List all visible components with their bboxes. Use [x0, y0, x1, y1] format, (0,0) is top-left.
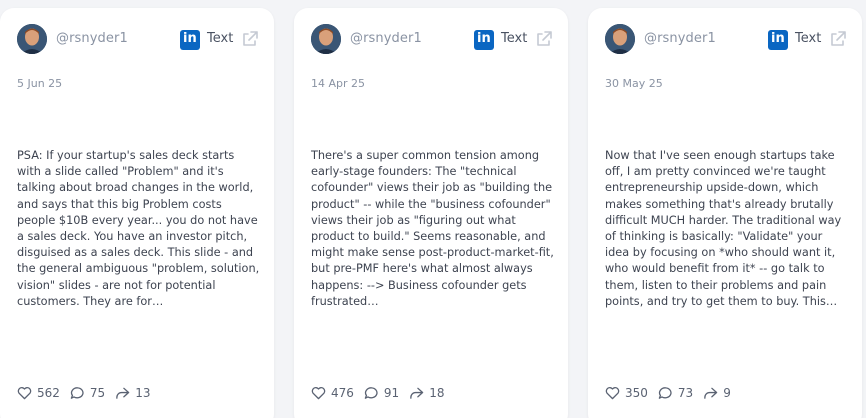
engagement-stats: 476 91 18	[311, 384, 454, 402]
external-link-icon[interactable]	[240, 29, 260, 49]
shares-stat[interactable]: 9	[703, 386, 731, 400]
post-body: Now that I've seen enough startups take …	[605, 149, 842, 308]
likes-stat[interactable]: 476	[311, 386, 354, 400]
likes-count: 476	[331, 386, 354, 400]
post-body: There's a super common tension among ear…	[311, 149, 554, 308]
comment-bubble-icon	[658, 387, 672, 399]
linkedin-icon: in	[180, 30, 200, 50]
avatar[interactable]	[311, 24, 341, 54]
comment-bubble-icon	[364, 387, 378, 399]
post-date: 30 May 25	[605, 77, 663, 90]
post-card[interactable]: @rsnyder1 in Text 14 Apr 25 There's a su…	[294, 8, 568, 418]
share-arrow-icon	[704, 387, 718, 399]
comments-stat[interactable]: 75	[70, 386, 105, 400]
likes-count: 350	[625, 386, 648, 400]
shares-stat[interactable]: 18	[409, 386, 444, 400]
author-handle[interactable]: @rsnyder1	[350, 31, 422, 46]
comments-stat[interactable]: 73	[658, 386, 693, 400]
external-link-icon[interactable]	[828, 29, 848, 49]
post-date: 14 Apr 25	[311, 77, 366, 90]
post-board: @rsnyder1 in Text 5 Jun 25 PSA: If your …	[0, 0, 866, 418]
post-body: PSA: If your startup's sales deck starts…	[17, 149, 260, 308]
shares-count: 9	[723, 386, 731, 400]
post-date: 5 Jun 25	[17, 77, 63, 90]
author-handle[interactable]: @rsnyder1	[56, 31, 128, 46]
post-card[interactable]: @rsnyder1 in Text 5 Jun 25 PSA: If your …	[0, 8, 274, 418]
heart-icon	[605, 386, 620, 400]
post-card[interactable]: @rsnyder1 in Text 30 May 25 Now that I'v…	[588, 8, 862, 418]
post-type-label: Text	[795, 31, 822, 46]
shares-count: 13	[135, 386, 151, 400]
comments-count: 91	[383, 386, 400, 400]
linkedin-icon: in	[768, 30, 788, 50]
comments-stat[interactable]: 91	[364, 386, 399, 400]
heart-icon	[17, 386, 32, 400]
likes-count: 562	[37, 386, 60, 400]
engagement-stats: 350 73 9	[605, 384, 741, 402]
comments-count: 73	[677, 386, 694, 400]
avatar[interactable]	[605, 24, 635, 54]
likes-stat[interactable]: 562	[17, 386, 60, 400]
avatar[interactable]	[17, 24, 47, 54]
comments-count: 75	[89, 386, 106, 400]
share-arrow-icon	[116, 387, 130, 399]
external-link-icon[interactable]	[534, 29, 554, 49]
linkedin-icon: in	[474, 30, 494, 50]
comment-bubble-icon	[70, 387, 84, 399]
heart-icon	[311, 386, 326, 400]
engagement-stats: 562 75 13	[17, 384, 160, 402]
shares-stat[interactable]: 13	[115, 386, 150, 400]
likes-stat[interactable]: 350	[605, 386, 648, 400]
share-arrow-icon	[410, 387, 424, 399]
shares-count: 18	[429, 386, 445, 400]
author-handle[interactable]: @rsnyder1	[644, 31, 716, 46]
post-type-label: Text	[501, 31, 528, 46]
post-type-label: Text	[207, 31, 234, 46]
